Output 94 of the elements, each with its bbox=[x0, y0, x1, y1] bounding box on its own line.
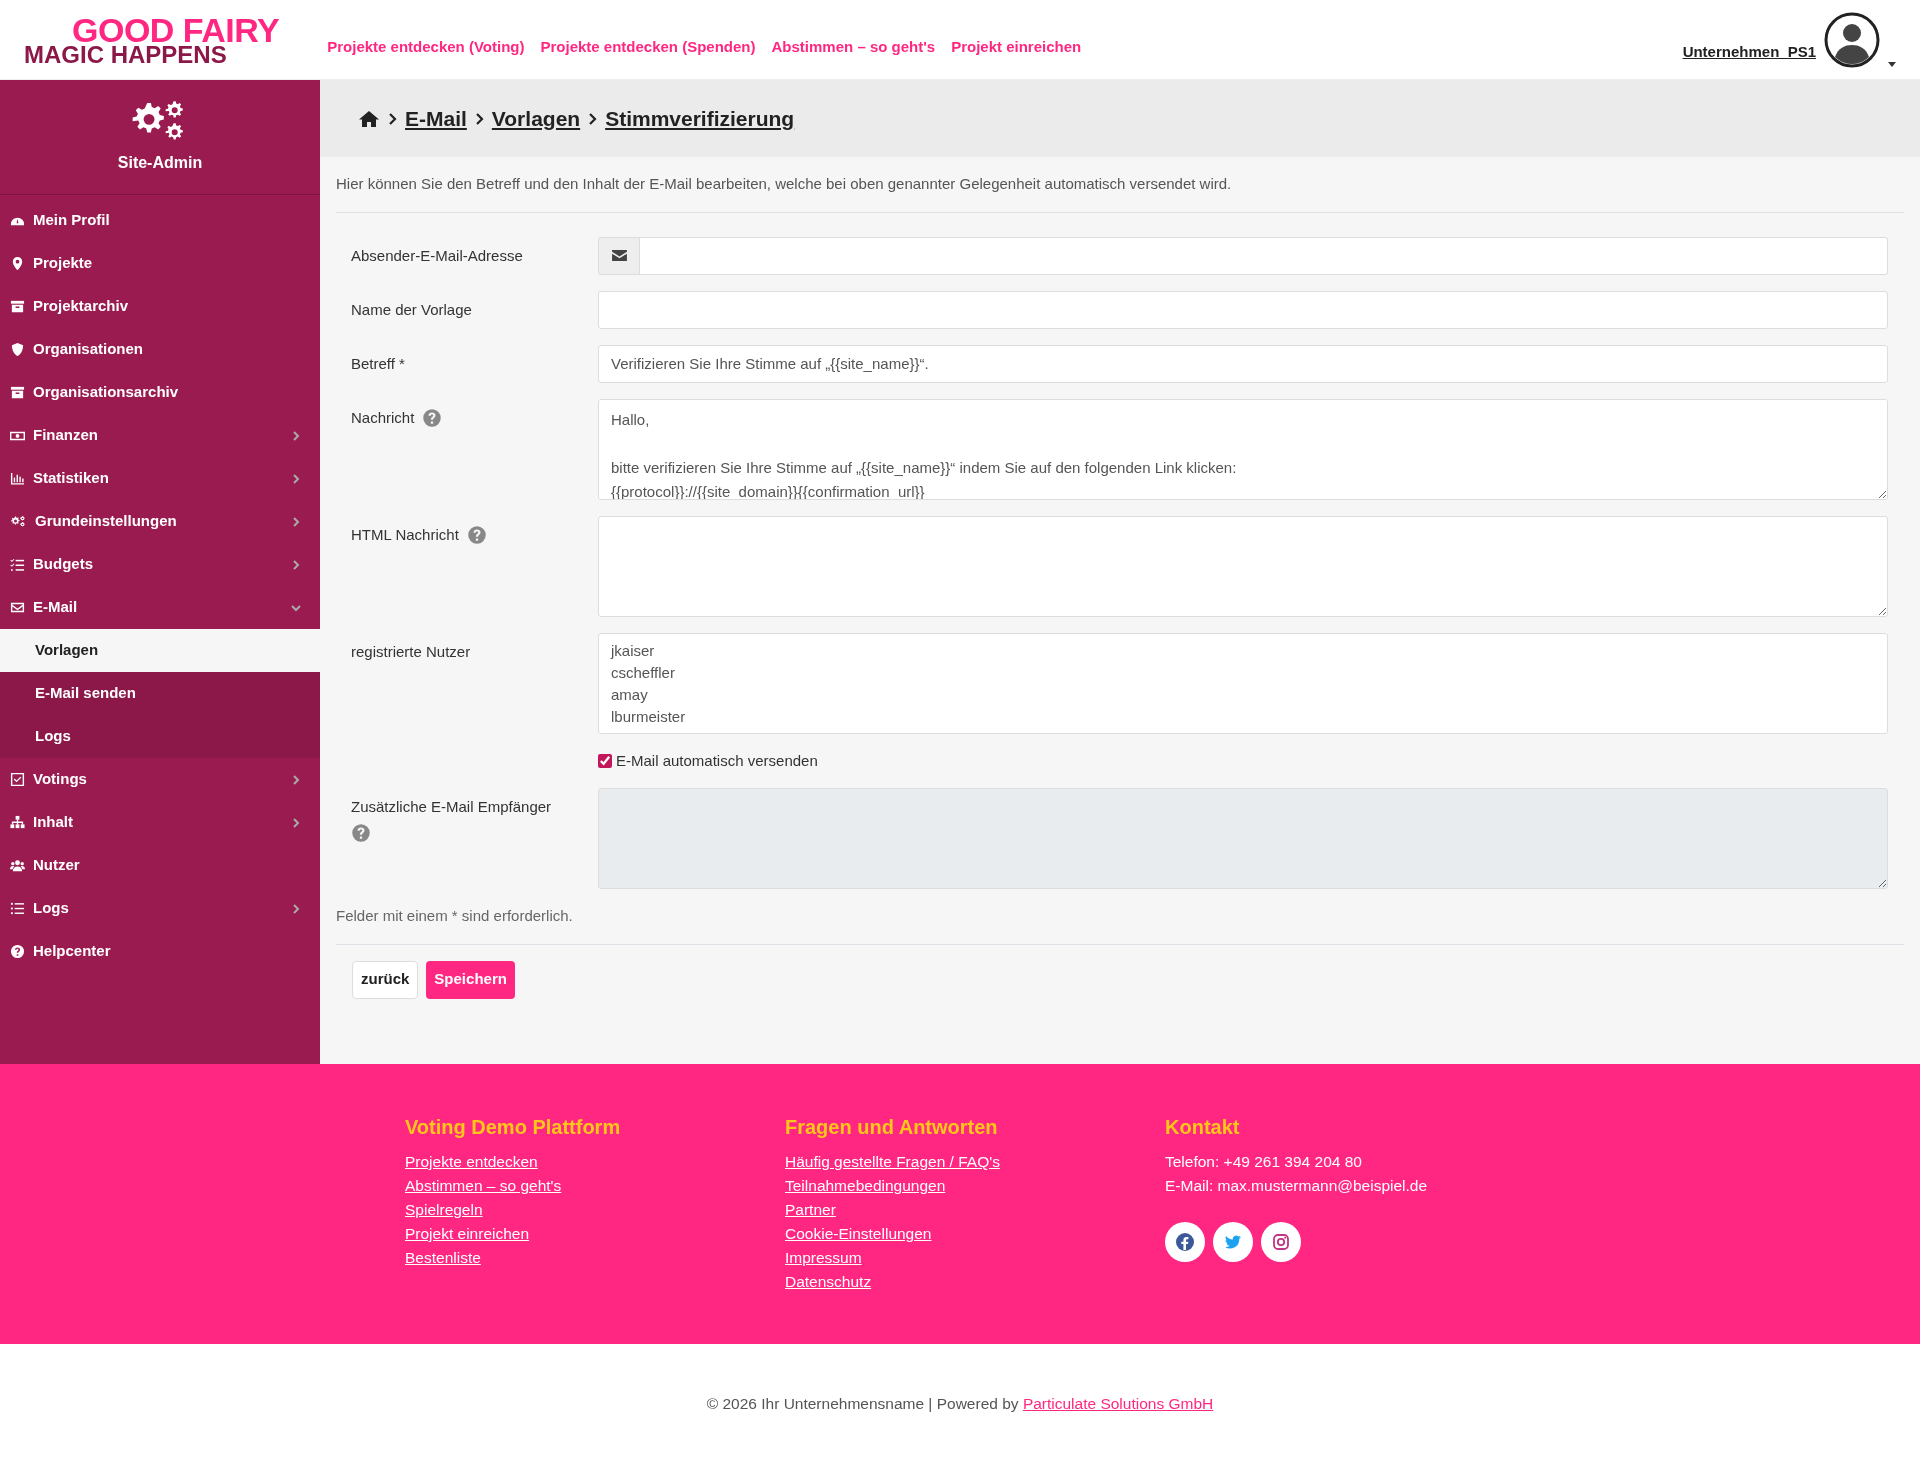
checkbox-icon bbox=[10, 772, 25, 787]
company-link[interactable]: Particulate Solutions GmbH bbox=[1022, 1395, 1214, 1413]
field-label: Name der Vorlage bbox=[351, 299, 472, 320]
help-icon bbox=[351, 822, 371, 843]
sidebar-item[interactable]: Grundeinstellungen bbox=[0, 500, 320, 543]
sidebar-item[interactable]: Statistiken bbox=[0, 457, 320, 500]
contact-text: E-Mail: max.mustermann@beispiel.de bbox=[1165, 1176, 1429, 1196]
nav-link[interactable]: Abstimmen – so geht's bbox=[771, 36, 936, 59]
sidebar-item[interactable]: Budgets bbox=[0, 543, 320, 586]
field-label: Absender-E-Mail-Adresse bbox=[351, 245, 523, 266]
footer-heading: Fragen und Antworten bbox=[785, 1115, 999, 1140]
camera-icon bbox=[1271, 1232, 1291, 1252]
list-option[interactable]: jkaiser bbox=[611, 639, 1875, 662]
sidebar-item[interactable]: Inhalt bbox=[0, 801, 320, 844]
footer-link[interactable]: Datenschutz bbox=[785, 1270, 872, 1294]
sidebar-item[interactable]: Helpcenter bbox=[0, 930, 320, 973]
nav-link[interactable]: Projekt einreichen bbox=[951, 36, 1082, 59]
required-note: Felder mit einem * sind erforderlich. bbox=[336, 905, 1904, 945]
list-option[interactable]: cscheffler bbox=[611, 661, 1875, 684]
sidebar-item[interactable]: Projekte bbox=[0, 242, 320, 285]
list-option[interactable]: amay bbox=[611, 683, 1875, 706]
archive-box-icon bbox=[10, 385, 25, 400]
breadcrumb-link[interactable]: E-Mail bbox=[405, 102, 467, 135]
help-icon bbox=[466, 524, 487, 545]
sitemap-icon bbox=[10, 815, 25, 830]
list-icon bbox=[10, 901, 25, 916]
users-icon bbox=[10, 858, 25, 873]
shield-icon bbox=[10, 342, 25, 357]
sidebar-item[interactable]: Organisationsarchiv bbox=[0, 371, 320, 414]
footer-link[interactable]: Bestenliste bbox=[405, 1246, 481, 1270]
social-link[interactable] bbox=[1213, 1222, 1253, 1262]
field-label: registrierte Nutzer bbox=[351, 641, 471, 662]
caret-icon bbox=[1888, 61, 1896, 68]
text-field[interactable] bbox=[598, 290, 1888, 329]
user-link[interactable]: Unternehmen_PS1 bbox=[1682, 41, 1816, 64]
social-link[interactable] bbox=[1165, 1222, 1205, 1262]
nav-link[interactable]: Projekte entdecken (Spenden) bbox=[540, 36, 756, 59]
contact-text: Telefon: +49 261 394 204 80 bbox=[1165, 1152, 1363, 1172]
footer-link[interactable]: Cookie-Einstellungen bbox=[785, 1222, 932, 1246]
sidebar-item[interactable]: Organisationen bbox=[0, 328, 320, 371]
sidebar-subitem[interactable]: Vorlagen bbox=[0, 629, 320, 672]
user-list-box[interactable]: jkaiser cscheffler amay lburmeister bbox=[598, 632, 1888, 734]
sidebar-item[interactable]: E-Mail bbox=[0, 586, 320, 629]
sidebar-item[interactable]: Mein Profil bbox=[0, 199, 320, 242]
sidebar-item[interactable]: Finanzen bbox=[0, 414, 320, 457]
sidebar-item[interactable]: Nutzer bbox=[0, 844, 320, 887]
nav-link[interactable]: Projekte entdecken (Voting) bbox=[327, 36, 525, 59]
footer-link[interactable]: Abstimmen – so geht's bbox=[405, 1174, 562, 1198]
map-pin-icon bbox=[10, 256, 25, 271]
sidebar-subitem[interactable]: E-Mail senden bbox=[0, 672, 320, 715]
f-logo-icon bbox=[1175, 1232, 1195, 1252]
back-button[interactable]: zurück bbox=[352, 960, 419, 999]
gears-icon bbox=[10, 514, 27, 529]
field-label: Zusätzliche E-Mail Empfänger bbox=[351, 797, 553, 817]
sidebar-item[interactable]: Logs bbox=[0, 887, 320, 930]
checkbox-label: E-Mail automatisch versenden bbox=[616, 750, 818, 771]
footer-link[interactable]: Projekt einreichen bbox=[405, 1222, 530, 1246]
email-field[interactable] bbox=[640, 236, 1888, 275]
footer-link[interactable]: Impressum bbox=[785, 1246, 862, 1270]
chevron-right-icon bbox=[388, 112, 397, 125]
home-icon bbox=[358, 109, 380, 128]
field-label: HTML Nachricht bbox=[351, 524, 459, 545]
breadcrumb-link[interactable]: Vorlagen bbox=[491, 102, 581, 135]
field-label: Nachricht bbox=[351, 407, 415, 428]
checkbox[interactable] bbox=[598, 753, 612, 768]
archive-box-icon bbox=[10, 299, 25, 314]
sidebar-title: Site-Admin bbox=[117, 153, 203, 173]
breadcrumb-link[interactable]: Stimmverifizierung bbox=[605, 102, 795, 135]
chevron-right-icon bbox=[474, 112, 484, 125]
envelope-icon bbox=[10, 600, 25, 615]
footer-link[interactable]: Projekte entdecken bbox=[405, 1150, 538, 1174]
copyright-text: © 2026 Ihr Unternehmensname | Powered by Particulate Solutions GmbH bbox=[706, 1394, 1214, 1415]
save-button[interactable]: Speichern bbox=[426, 960, 515, 999]
field-label: Betreff * bbox=[351, 353, 405, 374]
chevron-right-icon bbox=[588, 112, 598, 125]
footer-link[interactable]: Spielregeln bbox=[405, 1198, 483, 1222]
text-field[interactable]: Verifizieren Sie Ihre Stimme auf „{{site_name}}“. bbox=[598, 344, 1888, 383]
footer-link[interactable]: Partner bbox=[785, 1198, 836, 1222]
bird-icon bbox=[1223, 1232, 1243, 1252]
footer-heading: Kontakt bbox=[1165, 1115, 1241, 1140]
footer-link[interactable]: Häufig gestellte Fragen / FAQ's bbox=[785, 1150, 1000, 1174]
intro-text: Hier können Sie den Betreff und den Inhalt der E-Mail bearbeiten, welche bei oben genannter Gelegenheit automatisch versendet wird. bbox=[336, 173, 1904, 213]
help-icon bbox=[422, 407, 443, 428]
avatar-icon bbox=[1824, 11, 1880, 68]
footer-link[interactable]: Teilnahmebedingungen bbox=[785, 1174, 946, 1198]
sidebar-subitem[interactable]: Logs bbox=[0, 715, 320, 758]
footer-heading: Voting Demo Plattform bbox=[405, 1115, 622, 1140]
sidebar-item[interactable]: Projektarchiv bbox=[0, 285, 320, 328]
checklist-icon bbox=[10, 557, 25, 572]
bar-chart-icon bbox=[10, 471, 25, 486]
sidebar-item[interactable]: Votings bbox=[0, 758, 320, 801]
envelope-icon bbox=[611, 249, 627, 262]
social-link[interactable] bbox=[1261, 1222, 1301, 1262]
list-option[interactable]: lburmeister bbox=[611, 705, 1875, 728]
